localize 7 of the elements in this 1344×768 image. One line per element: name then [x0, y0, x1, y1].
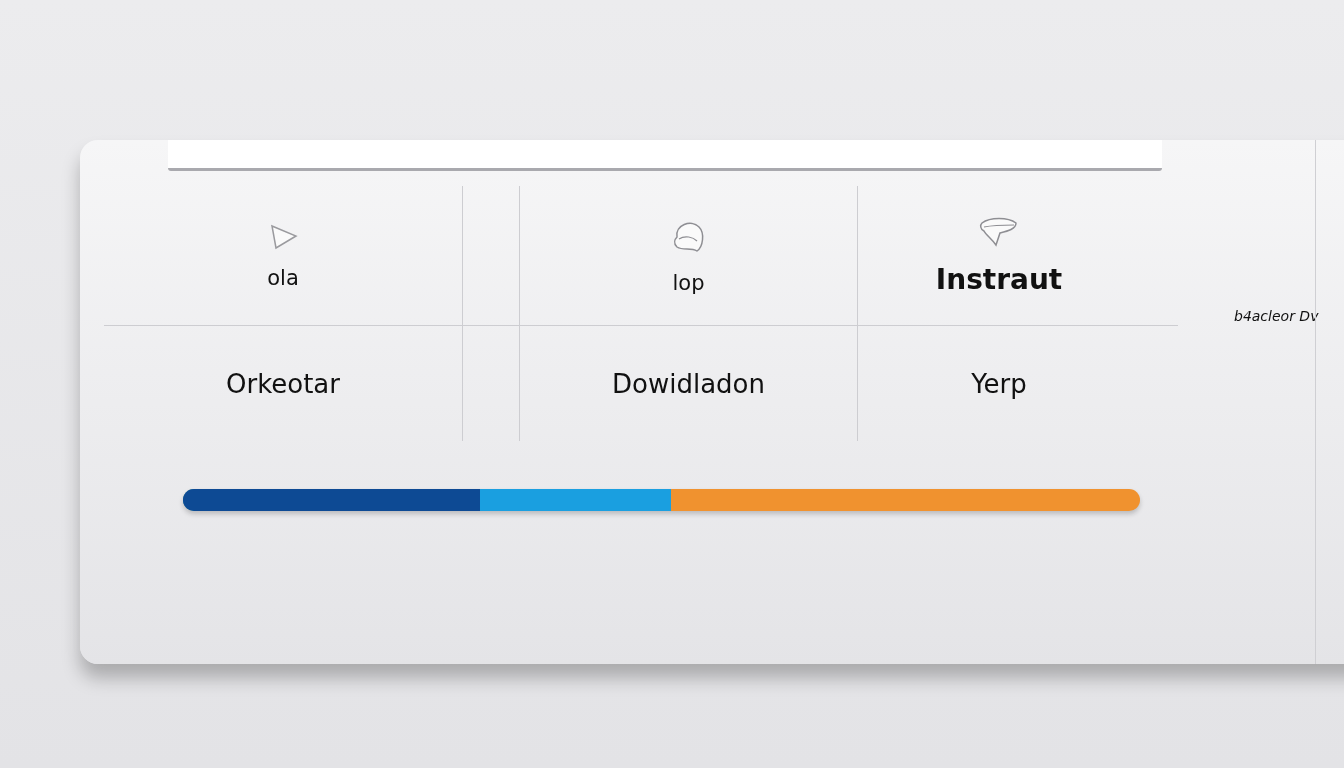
- tile-label[interactable]: lop: [672, 270, 705, 295]
- action-label[interactable]: Dowidladon: [612, 368, 765, 399]
- ribbon-icon: [978, 215, 1020, 249]
- tile-label[interactable]: ola: [267, 265, 299, 290]
- tile-label[interactable]: Instraut: [935, 263, 1063, 296]
- action-label[interactable]: Yerp: [971, 368, 1027, 399]
- action-label[interactable]: Orkeotar: [226, 368, 340, 399]
